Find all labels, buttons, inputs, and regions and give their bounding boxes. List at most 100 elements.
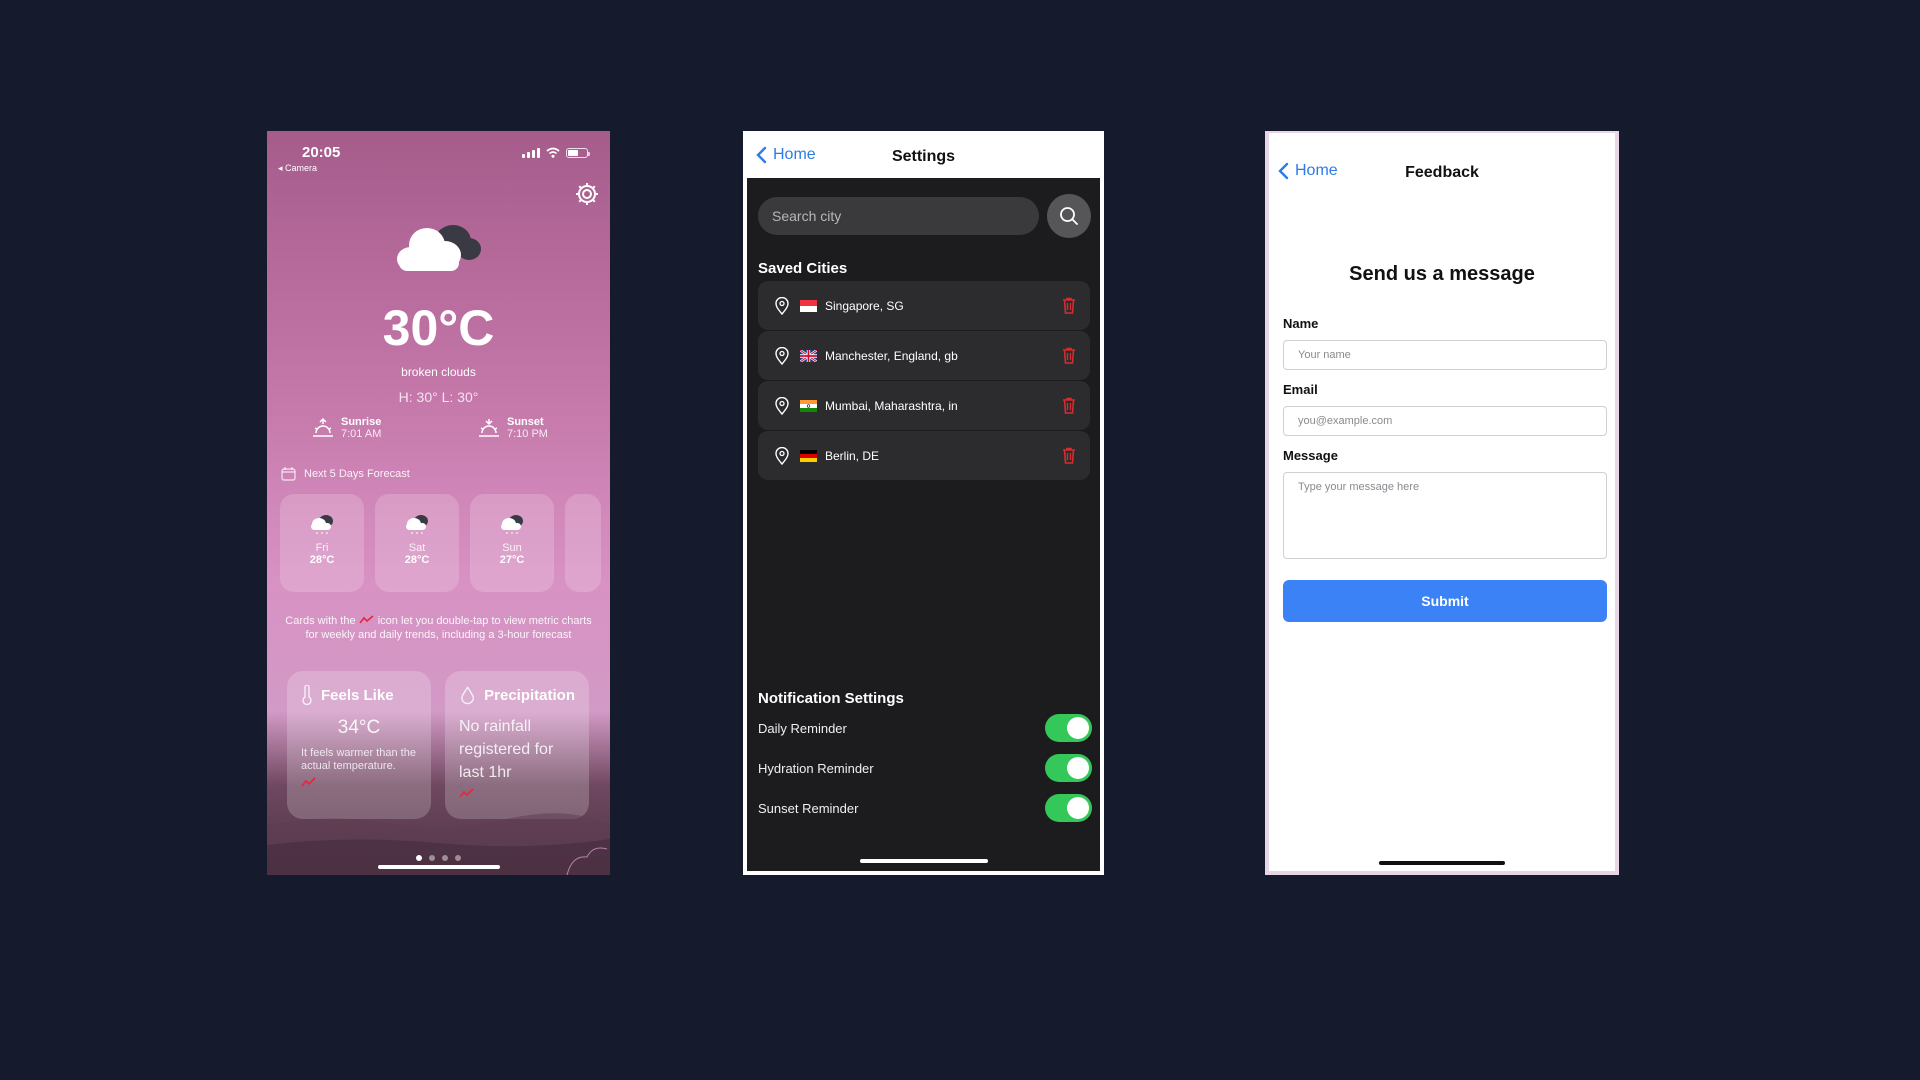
cloudy-icon xyxy=(311,515,333,534)
name-field[interactable]: Your name xyxy=(1283,340,1607,370)
sunrise-label: Sunrise xyxy=(341,416,382,428)
weather-screen: 20:05 ◂ Camera 30°C broken clouds H: 30°… xyxy=(267,131,610,875)
settings-nav-bar: Home Settings xyxy=(747,131,1100,178)
search-placeholder: Search city xyxy=(772,208,842,224)
forecast-day: Fri xyxy=(315,542,329,554)
sunset-time: 7:10 PM xyxy=(507,428,548,440)
toggle-row: Daily Reminder xyxy=(758,713,1092,743)
forecast-temp: 27°C xyxy=(499,554,525,566)
sunrise-icon xyxy=(313,417,333,437)
home-indicator[interactable] xyxy=(377,865,500,869)
page-title: Feedback xyxy=(1405,164,1479,181)
message-label: Message xyxy=(1283,448,1338,463)
toggle-switch[interactable] xyxy=(1045,754,1092,782)
flag-sg-icon xyxy=(800,299,817,312)
notification-settings-title: Notification Settings xyxy=(758,690,904,707)
page-dot[interactable] xyxy=(455,855,461,861)
home-indicator[interactable] xyxy=(859,859,988,863)
city-name: Berlin, DE xyxy=(825,448,880,463)
forecast-day: Sat xyxy=(408,542,426,554)
forecast-title-text: Next 5 Days Forecast xyxy=(304,468,410,480)
submit-button[interactable]: Submit xyxy=(1283,580,1607,622)
forecast-card[interactable]: Sat 28°C xyxy=(375,494,459,592)
weather-description: broken clouds xyxy=(401,365,476,379)
sunset-info: Sunset 7:10 PM xyxy=(477,416,548,440)
precipitation-title: Precipitation xyxy=(484,686,575,704)
feedback-screen: Home Feedback Send us a message Name You… xyxy=(1265,131,1619,875)
sunset-label: Sunset xyxy=(507,416,544,428)
city-name: Singapore, SG xyxy=(825,298,904,313)
feels-like-title: Feels Like xyxy=(321,686,394,704)
cloud-icon xyxy=(397,225,481,271)
toggle-label: Sunset Reminder xyxy=(758,800,859,816)
forecast-card[interactable]: Fri 28°C xyxy=(280,494,364,592)
flag-gb-icon xyxy=(800,349,817,362)
forecast-card[interactable] xyxy=(565,494,601,592)
sunrise-info: Sunrise 7:01 AM xyxy=(311,416,381,440)
sunset-icon xyxy=(479,419,499,437)
metric-hint-start: Cards with the xyxy=(285,615,356,627)
sunrise-time: 7:01 AM xyxy=(341,428,382,440)
city-item[interactable]: Berlin, DE xyxy=(758,431,1090,480)
city-name: Mumbai, Maharashtra, in xyxy=(825,398,958,413)
status-time: 20:05 xyxy=(302,144,341,161)
settings-screen: Home Settings Search city Saved Cities S… xyxy=(743,131,1104,875)
search-button[interactable] xyxy=(1047,194,1091,238)
email-placeholder: you@example.com xyxy=(1298,415,1393,427)
page-indicator[interactable] xyxy=(267,855,610,861)
page-dot[interactable] xyxy=(442,855,448,861)
landscape-decoration xyxy=(267,813,610,875)
email-field[interactable]: you@example.com xyxy=(1283,406,1607,436)
name-placeholder: Your name xyxy=(1298,349,1351,361)
toggle-label: Daily Reminder xyxy=(758,720,847,736)
location-pin-icon xyxy=(775,346,789,365)
trend-icon xyxy=(359,615,374,624)
gear-icon[interactable] xyxy=(574,181,600,207)
precipitation-note: No rainfall registered for last 1hr xyxy=(459,718,554,781)
toggle-switch[interactable] xyxy=(1045,794,1092,822)
calendar-icon xyxy=(281,467,296,481)
feels-like-value: 34°C xyxy=(337,717,381,738)
raindrop-icon xyxy=(461,686,474,705)
flag-in-icon xyxy=(800,399,817,412)
thermometer-icon xyxy=(302,685,312,705)
page-dot[interactable] xyxy=(429,855,435,861)
toggle-row: Sunset Reminder xyxy=(758,793,1092,823)
forecast-card[interactable]: Sun 27°C xyxy=(470,494,554,592)
name-label: Name xyxy=(1283,316,1319,331)
current-temperature: 30°C xyxy=(382,300,495,356)
trash-icon[interactable] xyxy=(1062,347,1076,364)
page-dot[interactable] xyxy=(416,855,422,861)
forecast-list[interactable]: Fri 28°C Sat 28°C Sun 27°C xyxy=(280,494,610,592)
battery-icon xyxy=(566,147,590,158)
city-item[interactable]: Mumbai, Maharashtra, in xyxy=(758,381,1090,430)
saved-cities-title: Saved Cities xyxy=(758,260,848,277)
toggle-switch[interactable] xyxy=(1045,714,1092,742)
search-icon xyxy=(1060,207,1078,225)
city-name: Manchester, England, gb xyxy=(825,348,958,363)
trend-icon xyxy=(301,777,316,787)
city-item[interactable]: Manchester, England, gb xyxy=(758,331,1090,380)
precipitation-header: Precipitation xyxy=(459,685,575,705)
forecast-day: Sun xyxy=(502,542,522,554)
form-heading: Send us a message xyxy=(1349,263,1535,285)
feels-like-header: Feels Like xyxy=(301,685,417,705)
trash-icon[interactable] xyxy=(1062,397,1076,414)
email-label: Email xyxy=(1283,382,1318,397)
city-item[interactable]: Singapore, SG xyxy=(758,281,1090,330)
forecast-title: Next 5 Days Forecast xyxy=(281,467,410,481)
back-to-camera-link[interactable]: ◂ Camera xyxy=(278,163,317,174)
trash-icon[interactable] xyxy=(1062,447,1076,464)
message-field[interactable]: Type your message here xyxy=(1283,472,1607,559)
metric-hint: Cards with the icon let you double-tap t… xyxy=(283,614,594,642)
status-bar: 20:05 ◂ Camera xyxy=(267,137,610,173)
location-pin-icon xyxy=(775,446,789,465)
feedback-nav-bar: Home Feedback xyxy=(1269,133,1615,193)
home-indicator[interactable] xyxy=(1379,861,1505,865)
submit-label: Submit xyxy=(1421,593,1469,609)
search-input[interactable]: Search city xyxy=(758,197,1039,235)
flag-de-icon xyxy=(800,449,817,462)
message-placeholder: Type your message here xyxy=(1298,481,1420,493)
status-icons xyxy=(522,147,590,158)
trash-icon[interactable] xyxy=(1062,297,1076,314)
